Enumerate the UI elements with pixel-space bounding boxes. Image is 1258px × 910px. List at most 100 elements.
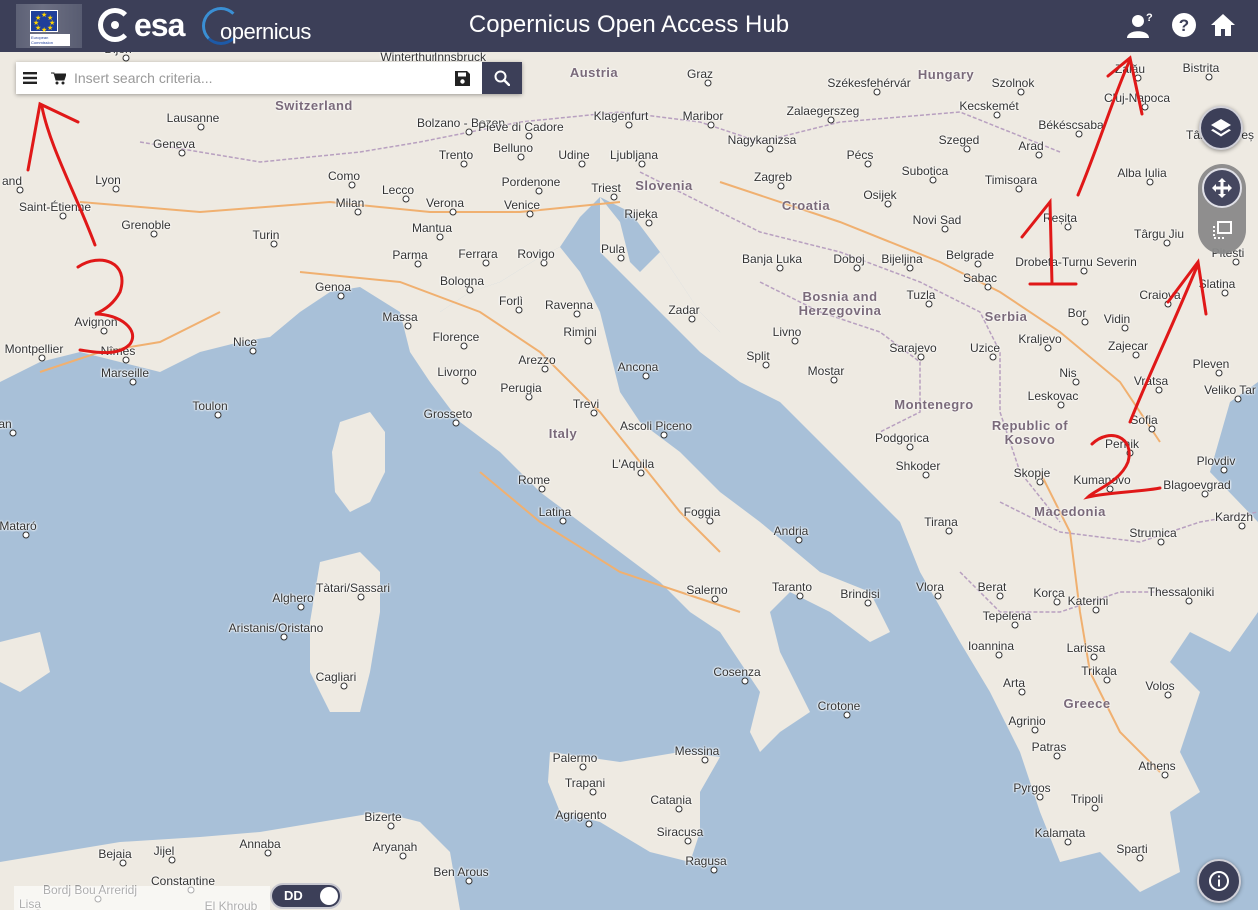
city-label: Mostar <box>807 364 845 378</box>
city-label: Ferrara <box>458 247 498 261</box>
city-label: Nice <box>232 335 258 349</box>
city-label: L'Aquila <box>611 457 655 471</box>
user-help-icon: ? <box>1127 12 1153 38</box>
svg-text:?: ? <box>1179 16 1189 35</box>
city-label: Turin <box>252 228 280 242</box>
city-label: Sofia <box>1130 413 1158 427</box>
area-select-button[interactable] <box>1202 210 1242 250</box>
city-label: Verona <box>425 196 465 210</box>
city-label: Lecco <box>381 183 415 197</box>
city-label: Leskovac <box>1027 389 1079 403</box>
save-search-button[interactable] <box>442 62 482 94</box>
city-label: an <box>0 417 12 431</box>
city-label: Novi Sad <box>912 213 962 227</box>
map-background <box>0 52 1258 910</box>
city-label: Rijeka <box>624 207 658 221</box>
city-label: Arezzo <box>518 353 556 367</box>
city-label: Trento <box>438 148 474 162</box>
city-label: Trevi <box>572 397 600 411</box>
city-label: Ragusa <box>685 854 727 868</box>
city-label: Trikala <box>1081 664 1117 678</box>
city-label: Zalău <box>1114 62 1146 76</box>
city-label: Arad <box>1018 139 1044 153</box>
city-label: Lyon <box>95 173 121 187</box>
city-label: Kardzh <box>1214 510 1254 524</box>
city-label: Kalamata <box>1034 826 1086 840</box>
svg-text:?: ? <box>1146 12 1153 24</box>
city-label: Forlì <box>499 294 523 308</box>
city-label: Triest <box>591 181 621 195</box>
city-label: Maribor <box>682 109 724 123</box>
city-label: Kraljevo <box>1018 332 1062 346</box>
city-label: Avignon <box>74 315 118 329</box>
country-label: Croatia <box>781 198 831 213</box>
city-label: Perugia <box>500 381 542 395</box>
help-button[interactable]: ? <box>1169 10 1199 40</box>
city-label: Nis <box>1059 366 1077 380</box>
city-label: Veliko Tar <box>1204 383 1256 397</box>
layers-button[interactable] <box>1199 106 1243 150</box>
home-button[interactable] <box>1208 10 1238 40</box>
info-icon <box>1209 871 1229 891</box>
country-label: Bosnia and Herzegovina <box>798 289 882 318</box>
city-label: Drobeta-Turnu Severin <box>1015 255 1137 269</box>
city-label: Alba Iulia <box>1117 166 1167 180</box>
city-label: Klagenfurt <box>593 109 649 123</box>
city-label: Plovdiv <box>1196 454 1236 468</box>
city-label: Siracusa <box>656 825 704 839</box>
city-label: Tepelena <box>982 609 1032 623</box>
city-label: Thessaloniki <box>1147 585 1215 599</box>
city-label: Lausanne <box>166 111 220 125</box>
search-button[interactable] <box>482 62 522 94</box>
city-label: Tuzla <box>906 288 936 302</box>
city-label: Nîmes <box>100 344 136 358</box>
info-button[interactable] <box>1197 859 1241 903</box>
layers-icon <box>1211 119 1231 137</box>
city-label: Ancona <box>617 360 659 374</box>
city-label: Bor <box>1067 306 1087 320</box>
city-label: Sparti <box>1116 842 1148 856</box>
city-label: Craiova <box>1139 288 1181 302</box>
city-label: Pyrgos <box>1013 781 1051 795</box>
country-label: Austria <box>569 65 619 80</box>
country-label: Macedonia <box>1034 504 1106 519</box>
city-label: Kumanovo <box>1073 473 1131 487</box>
city-label: Zalaegerszeg <box>786 104 860 118</box>
menu-button[interactable] <box>16 62 44 94</box>
city-label: Bistrita <box>1182 61 1220 75</box>
city-label: Foggia <box>683 505 721 519</box>
city-label: Aristanis/Oristano <box>228 621 324 635</box>
city-label: Strumica <box>1129 526 1177 540</box>
city-label: Vlora <box>915 580 945 594</box>
country-label: Switzerland <box>275 98 353 113</box>
city-label: Salerno <box>686 583 728 597</box>
city-label: Zadar <box>668 303 700 317</box>
city-label: Larissa <box>1066 641 1106 655</box>
city-label: Patras <box>1031 740 1067 754</box>
city-label: Cluj-Napoca <box>1103 91 1171 105</box>
help-icon: ? <box>1172 13 1196 37</box>
city-label: Aryanah <box>372 840 418 854</box>
city-label: Genoa <box>314 280 352 294</box>
city-label: Berat <box>977 580 1007 594</box>
city-label: Mataró <box>0 519 37 533</box>
city-label: Rimini <box>563 325 597 339</box>
city-label: Trapani <box>564 776 606 790</box>
city-label: Korça <box>1033 586 1065 600</box>
city-label: Grenoble <box>121 218 171 232</box>
coordinate-format-toggle[interactable]: DD <box>270 883 342 909</box>
city-label: Livno <box>772 325 802 339</box>
city-label: Agrigento <box>555 808 607 822</box>
cart-icon <box>50 72 66 84</box>
city-label: Agrinio <box>1008 714 1046 728</box>
city-label: Shkoder <box>895 459 941 473</box>
map-view[interactable]: Austria Switzerland Hungary Slovenia Cro… <box>0 52 1258 910</box>
city-label: Udine <box>558 148 590 162</box>
cart-button[interactable] <box>44 62 72 94</box>
city-label: Sabac <box>962 271 998 285</box>
city-label: Zajecar <box>1107 339 1149 353</box>
search-input[interactable] <box>72 62 442 94</box>
country-label: Hungary <box>917 67 975 82</box>
user-help-button[interactable]: ? <box>1126 10 1156 40</box>
pan-mode-button[interactable] <box>1202 168 1242 208</box>
